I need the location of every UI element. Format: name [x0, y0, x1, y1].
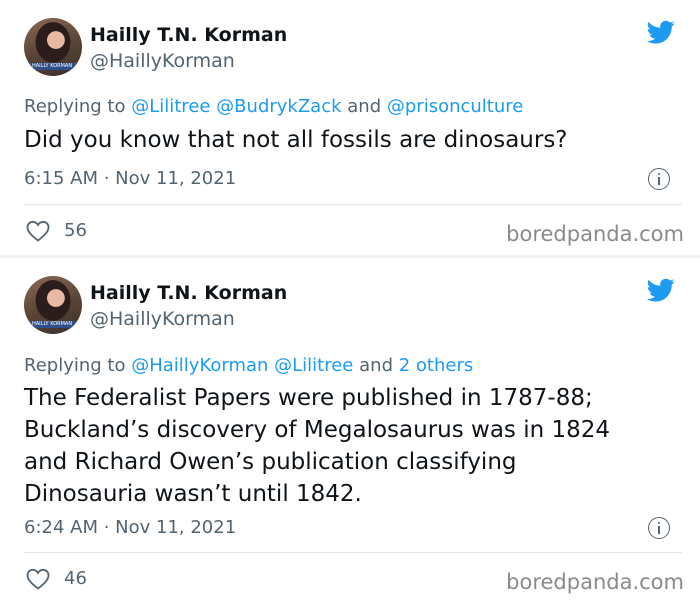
avatar[interactable]: HAILLY KORMAN	[24, 276, 82, 334]
tweet-card-1: HAILLY KORMAN Hailly T.N. Korman @Hailly…	[0, 0, 700, 255]
twitter-bird-icon[interactable]	[645, 18, 677, 46]
replying-prefix: Replying to	[24, 355, 126, 376]
author-name[interactable]: Hailly T.N. Korman	[90, 24, 287, 46]
like-count: 56	[64, 220, 87, 241]
watermark: boredpanda.com	[506, 222, 684, 246]
tweet-text-line: Buckland’s discovery of Megalosaurus was…	[24, 417, 611, 443]
heart-icon[interactable]	[26, 220, 50, 242]
watermark: boredpanda.com	[506, 570, 684, 594]
twitter-bird-icon[interactable]	[645, 276, 677, 304]
avatar[interactable]: HAILLY KORMAN	[24, 18, 82, 76]
tweet-text-line: The Federalist Papers were published in …	[24, 385, 593, 411]
divider	[24, 204, 682, 205]
avatar-caption: HAILLY KORMAN	[32, 321, 73, 327]
replying-mentions[interactable]: @HaillyKorman @Lilitree	[131, 355, 353, 376]
avatar-caption: HAILLY KORMAN	[32, 63, 73, 69]
replying-to: Replying to @HaillyKorman @Lilitree and …	[24, 355, 473, 376]
author-handle[interactable]: @HaillyKorman	[90, 308, 235, 330]
tweet-text-line: and Richard Owen’s publication classifyi…	[24, 449, 517, 475]
replying-prefix: Replying to	[24, 96, 126, 117]
replying-to: Replying to @Lilitree @BudrykZack and @p…	[24, 96, 523, 117]
replying-conjunction: and	[347, 96, 382, 117]
divider	[24, 552, 682, 553]
replying-last[interactable]: @prisonculture	[387, 96, 523, 117]
author-handle[interactable]: @HaillyKorman	[90, 50, 235, 72]
like-count: 46	[64, 568, 87, 589]
replying-conjunction: and	[359, 355, 393, 376]
replying-last[interactable]: 2 others	[399, 355, 474, 376]
tweet-text: The Federalist Papers were published in …	[24, 382, 680, 510]
info-icon[interactable]	[648, 168, 670, 190]
tweet-card-2: HAILLY KORMAN Hailly T.N. Korman @Hailly…	[0, 255, 700, 603]
info-icon[interactable]	[648, 517, 670, 539]
tweet-timestamp[interactable]: 6:24 AM · Nov 11, 2021	[24, 517, 236, 538]
replying-mentions[interactable]: @Lilitree @BudrykZack	[131, 96, 341, 117]
tweet-timestamp[interactable]: 6:15 AM · Nov 11, 2021	[24, 168, 236, 189]
author-name[interactable]: Hailly T.N. Korman	[90, 282, 287, 304]
tweet-text: Did you know that not all fossils are di…	[24, 127, 568, 153]
heart-icon[interactable]	[26, 568, 50, 590]
tweet-text-line: Dinosauria wasn’t until 1842.	[24, 481, 362, 507]
